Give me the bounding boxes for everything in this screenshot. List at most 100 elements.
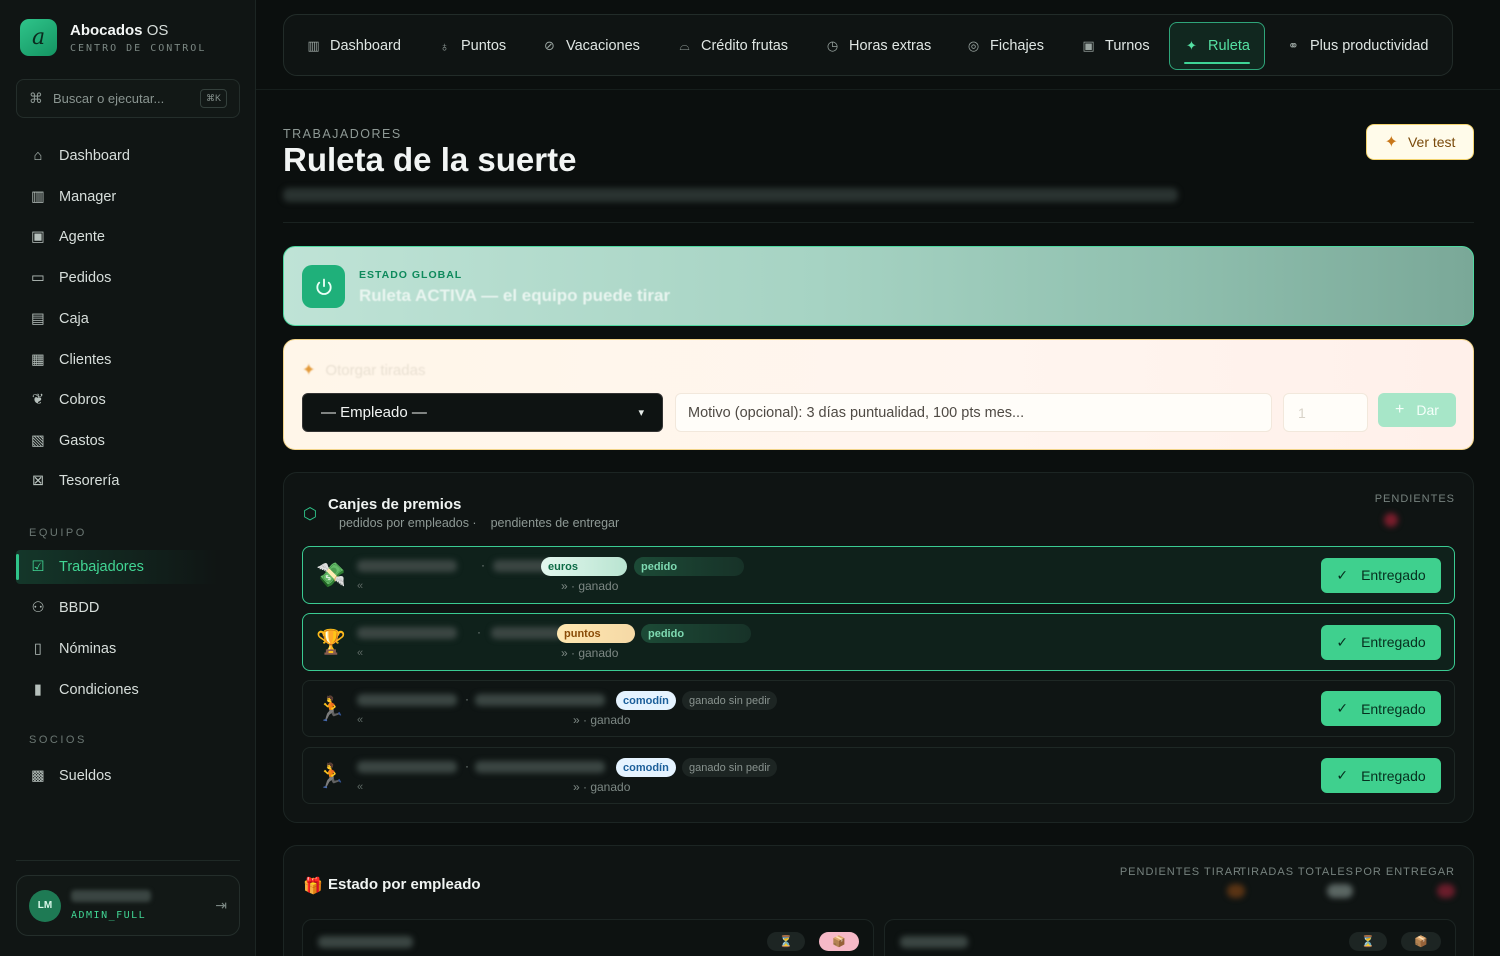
header-divider xyxy=(256,89,1500,90)
grant-title: ✦ Otorgar tiradas xyxy=(302,361,426,380)
section-label-equipo: EQUIPO xyxy=(29,527,87,539)
home-icon: ⌂ xyxy=(33,148,43,164)
sparkles-icon: ✦ xyxy=(302,362,316,379)
sidebar-item-nóminas[interactable]: ▯ Nóminas xyxy=(16,632,240,666)
reason-input[interactable]: Motivo (opcional): 3 días puntualidad, 1… xyxy=(675,393,1272,432)
tab-dashboard[interactable]: ▥ Dashboard xyxy=(292,22,415,70)
sidebar-item-condiciones[interactable]: ▮ Condiciones xyxy=(16,673,240,707)
tab-plus-productividad[interactable]: ⚭ Plus productividad xyxy=(1272,22,1443,70)
sidebar-item-label: Agente xyxy=(59,229,105,245)
scroll-icon: ▮ xyxy=(34,682,42,698)
sidebar-item-gastos[interactable]: ▧ Gastos xyxy=(16,424,240,458)
sparkles-icon: ✦ xyxy=(1384,134,1398,151)
status-text: Ruleta ACTIVA — el equipo puede tirar xyxy=(359,286,671,305)
give-button[interactable]: + Dar xyxy=(1378,393,1456,427)
employee-name-redacted xyxy=(357,761,457,773)
status-label: ESTADO GLOBAL xyxy=(359,269,463,281)
status-badge: pedido xyxy=(641,624,751,643)
hand-coins-icon: ❦ xyxy=(31,392,45,408)
row-meta: » · ganado xyxy=(573,780,631,794)
sidebar-item-dashboard[interactable]: ⌂ Dashboard xyxy=(16,139,240,173)
brand[interactable]: a Abocados OS CENTRO DE CONTROL xyxy=(20,19,206,56)
entregado-button[interactable]: ✓ Entregado xyxy=(1321,691,1441,726)
tab-puntos[interactable]: ♁ Puntos xyxy=(423,22,520,70)
brand-subtitle: CENTRO DE CONTROL xyxy=(70,42,207,54)
stat-label-tiradas-totales: TIRADAS TOTALES xyxy=(1239,866,1354,878)
sidebar-item-pedidos[interactable]: ▭ Pedidos xyxy=(16,261,240,295)
sidebar-item-label: Sueldos xyxy=(59,768,112,784)
prize-redemptions-card: ⬡ Canjes de premios pedidos por empleado… xyxy=(283,472,1474,823)
sidebar-item-label: Cobros xyxy=(59,392,106,408)
calendar-off-icon: ⊘ xyxy=(544,38,555,53)
status-badge: pedido xyxy=(634,557,744,576)
prize-type-badge: comodín xyxy=(616,758,676,777)
prize-type-badge: puntos xyxy=(557,624,635,643)
separator-dot: · xyxy=(481,558,485,572)
ver-test-button[interactable]: ✦ Ver test xyxy=(1366,124,1474,160)
spin-count-input[interactable]: 1 xyxy=(1283,393,1368,432)
message-icon: ▭ xyxy=(31,270,45,286)
sidebar-item-manager[interactable]: ▥ Manager xyxy=(16,180,240,214)
sidebar-item-tesorería[interactable]: ⊠ Tesorería xyxy=(16,464,240,498)
check-icon: ✓ xyxy=(1336,566,1349,583)
check-icon: ✓ xyxy=(1336,767,1349,783)
status-badge: ganado sin pedir xyxy=(682,691,778,710)
tab-horas-extras[interactable]: ◷ Horas extras xyxy=(811,22,945,70)
handshake-icon: ⚭ xyxy=(1288,38,1299,53)
canjes-subtitle: pedidos por empleados · pendientes de ent… xyxy=(339,516,620,530)
logout-icon[interactable]: ⇥ xyxy=(215,897,227,914)
sidebar-item-cobros[interactable]: ❦ Cobros xyxy=(16,383,240,417)
tab-ruleta[interactable]: ✦ Ruleta xyxy=(1169,22,1265,70)
tab-fichajes[interactable]: ◎ Fichajes xyxy=(952,22,1058,70)
prize-name-redacted xyxy=(475,694,605,706)
power-toggle-button[interactable] xyxy=(302,265,345,308)
tab-vacaciones[interactable]: ⊘ Vacaciones xyxy=(528,22,654,70)
estado-title: Estado por empleado xyxy=(328,876,481,893)
pending-label: PENDIENTES xyxy=(1374,493,1455,505)
tab-crédito-frutas[interactable]: ⌓ Crédito frutas xyxy=(663,22,802,70)
user-role: ADMIN_FULL xyxy=(71,910,147,921)
sidebar-item-label: Manager xyxy=(59,189,117,205)
employee-select[interactable]: — Empleado — ▾ xyxy=(302,393,663,432)
sidebar-item-caja[interactable]: ▤ Caja xyxy=(16,302,240,336)
vault-icon: ⊠ xyxy=(31,473,45,489)
package-badge: 📦 xyxy=(1401,932,1441,951)
table-row: 🏆 · puntos pedido « » · ganado ✓ Entregado xyxy=(302,613,1455,671)
award-icon: ♁ xyxy=(439,38,450,54)
sidebar-item-bbdd[interactable]: ⚇ BBDD xyxy=(16,591,240,625)
row-meta: » · ganado xyxy=(573,713,631,727)
basket-icon: ⌓ xyxy=(679,38,690,53)
sidebar-item-agente[interactable]: ▣ Agente xyxy=(16,220,240,254)
tab-turnos[interactable]: ▣ Turnos xyxy=(1067,22,1164,70)
bar-chart-icon: ▥ xyxy=(307,38,320,53)
command-search[interactable]: ⌘ Buscar o ejecutar... ⌘K xyxy=(16,79,240,118)
entregado-button[interactable]: ✓ Entregado xyxy=(1321,557,1441,593)
sidebar-item-sueldos[interactable]: ▩ Sueldos xyxy=(16,759,240,793)
row-meta: » · ganado xyxy=(561,646,619,660)
sidebar-item-label: Dashboard xyxy=(59,148,130,164)
employee-card[interactable]: ⏳ 📦 xyxy=(884,919,1456,956)
employee-card[interactable]: ⏳ 📦 xyxy=(302,919,874,956)
brand-logo: a xyxy=(20,19,57,56)
bot-icon: ▣ xyxy=(31,229,45,245)
row-meta-left: « xyxy=(357,714,364,726)
clock-icon: ◷ xyxy=(826,38,839,53)
entregado-button[interactable]: ✓ Entregado xyxy=(1321,624,1441,660)
gift-icon: 🎁 xyxy=(303,878,323,895)
stat-label-pendientes-tirar: PENDIENTES TIRAR xyxy=(1119,866,1242,878)
separator-dot: · xyxy=(477,625,481,639)
check-icon: ✓ xyxy=(1336,700,1349,716)
entregado-button[interactable]: ✓ Entregado xyxy=(1321,758,1441,793)
fingerprint-icon: ◎ xyxy=(967,38,980,53)
command-icon: ⌘ xyxy=(29,90,43,106)
wallet-icon: ▩ xyxy=(31,768,45,784)
canjes-title: Canjes de premios xyxy=(328,496,462,513)
prize-emoji: 🏆 xyxy=(316,629,346,656)
breadcrumb: TRABAJADORES xyxy=(283,127,402,141)
user-card[interactable]: LM ADMIN_FULL ⇥ xyxy=(16,875,240,936)
sidebar-item-trabajadores[interactable]: ☑ Trabajadores xyxy=(16,550,240,584)
search-placeholder: Buscar o ejecutar... xyxy=(53,91,165,106)
row-meta-left: « xyxy=(357,580,364,592)
avatar: LM xyxy=(29,889,61,922)
sidebar-item-clientes[interactable]: ▦ Clientes xyxy=(16,343,240,377)
